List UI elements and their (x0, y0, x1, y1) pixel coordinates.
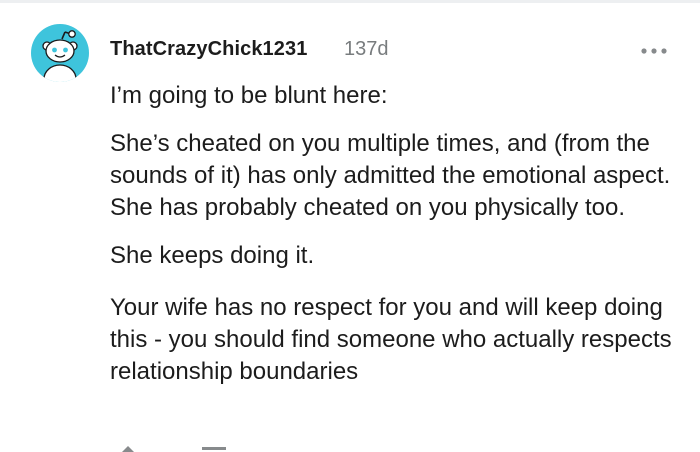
comment-paragraph: I’m going to be blunt here: (110, 82, 388, 109)
reply-icon[interactable] (202, 444, 226, 452)
more-options-icon (641, 48, 667, 54)
comment-action-bar (110, 444, 310, 452)
upvote-icon[interactable] (118, 444, 138, 452)
user-avatar[interactable] (31, 24, 89, 82)
comment-author-username[interactable]: ThatCrazyChick1231 (110, 38, 307, 61)
top-divider (0, 0, 700, 3)
comment-body: I’m going to be blunt here: She’s cheate… (110, 80, 680, 388)
comment-paragraph: She keeps doing it. (110, 242, 315, 269)
more-options-button[interactable] (637, 40, 671, 62)
comment-paragraph: She’s cheated on you multiple times, and… (110, 130, 671, 221)
snoo-avatar-icon (42, 30, 78, 82)
comment-age[interactable]: 137d (344, 38, 389, 61)
comment-paragraph: Your wife has no respect for you and wil… (110, 294, 672, 385)
